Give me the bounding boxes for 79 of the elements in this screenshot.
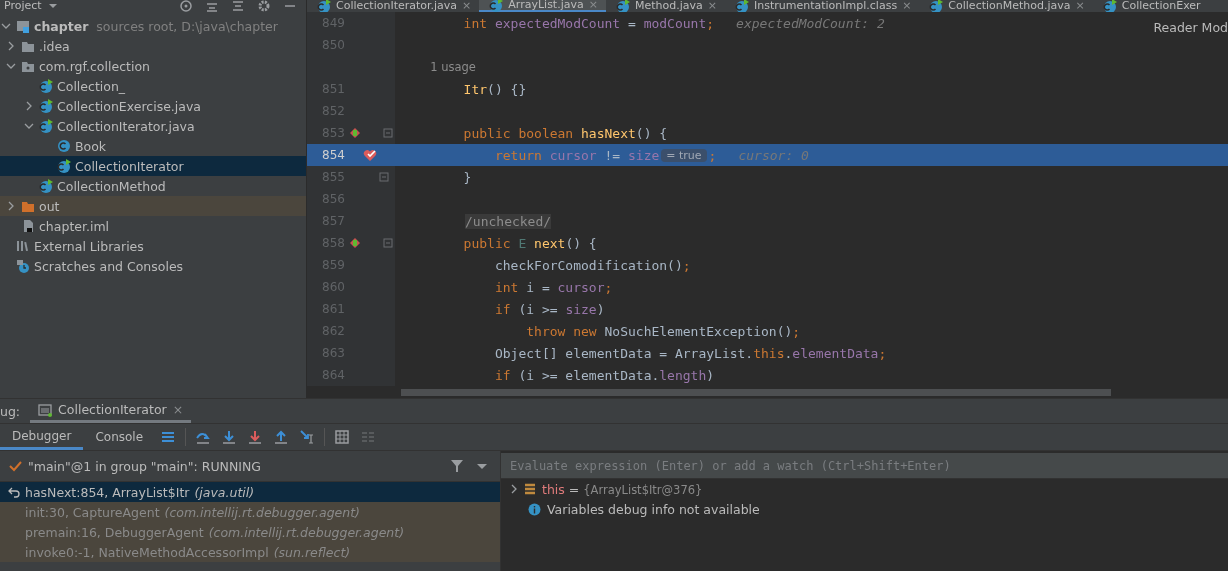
dropdown-caret-icon — [476, 462, 488, 470]
step-out-button[interactable] — [274, 430, 289, 444]
tree-item[interactable]: CollectionExercise.java — [0, 96, 306, 116]
tree-item[interactable]: chapter.iml — [0, 216, 306, 236]
menu-button[interactable] — [161, 430, 176, 444]
close-icon[interactable]: × — [462, 0, 472, 12]
run-class-icon — [39, 179, 53, 193]
calculator-button[interactable] — [335, 430, 350, 444]
step-into-button[interactable] — [222, 430, 237, 444]
check-icon — [9, 460, 22, 472]
run-class-icon — [39, 99, 53, 113]
tree-item[interactable]: Collection_ — [0, 76, 306, 96]
info-icon — [528, 502, 541, 516]
file-tab[interactable]: InstrumentationImpl.class × — [725, 0, 920, 12]
code-line: public E next() { — [462, 235, 597, 251]
tree-item[interactable]: Scratches and Consoles — [0, 256, 306, 276]
close-icon[interactable]: × — [707, 0, 717, 12]
scratches-icon — [16, 259, 30, 273]
folder-icon — [21, 39, 35, 53]
window-icon — [38, 402, 53, 417]
code-line: checkForComodification(); — [493, 257, 691, 273]
tree-item[interactable]: out — [0, 196, 306, 216]
code-line: public boolean hasNext() { — [462, 125, 668, 141]
file-tab[interactable]: Method.java × — [605, 0, 725, 12]
code-line: } — [462, 169, 472, 185]
stack-frame[interactable]: hasNext:854, ArrayList$Itr (java.util) — [0, 482, 500, 502]
code-line: return cursor != size = true ; cursor: 0 — [493, 147, 809, 163]
package-icon — [21, 59, 35, 73]
code-line: throw new NoSuchElementException(); — [525, 323, 801, 339]
code-line: if (i >= elementData.length) — [493, 367, 715, 383]
code-line: Itr() {} — [462, 81, 527, 97]
return-arrow-icon — [8, 486, 20, 498]
tree-item[interactable]: com.rgf.collection — [0, 56, 306, 76]
path-hint: sources root, D:\java\chapter — [96, 18, 278, 34]
field-icon — [524, 483, 536, 495]
file-tab[interactable]: CollectionExer — [1092, 0, 1209, 12]
close-icon[interactable]: × — [172, 402, 184, 417]
thread-status[interactable]: "main"@1 in group "main": RUNNING — [28, 458, 261, 474]
class-icon — [57, 139, 71, 153]
tool-window-title: ug: — [0, 403, 21, 419]
close-icon[interactable]: × — [1075, 0, 1085, 12]
force-step-into-button[interactable] — [248, 430, 263, 444]
tree-item[interactable]: chapter sources root, D:\java\chapter — [0, 16, 306, 36]
dropdown-caret-icon — [47, 2, 58, 10]
settings-icon — [258, 0, 270, 12]
run-class-icon — [39, 119, 53, 133]
file-icon — [21, 219, 35, 233]
tree-item[interactable]: .idea — [0, 36, 306, 56]
step-over-button[interactable] — [196, 430, 211, 444]
libraries-icon — [16, 239, 30, 253]
tree-item[interactable]: CollectionIterator — [0, 156, 306, 176]
run-class-icon — [39, 79, 53, 93]
collapse-all-icon — [232, 0, 244, 12]
run-to-cursor-button[interactable] — [300, 430, 315, 444]
panel-title[interactable]: Project — [4, 0, 42, 12]
code-line: Object[] elementData = ArrayList.this.elementData; — [493, 345, 887, 361]
file-tab[interactable]: ArrayList.java × — [479, 0, 606, 12]
code-line: 1 usage — [429, 60, 476, 74]
variable-entry[interactable]: this = {ArrayList$Itr@376} — [542, 481, 703, 497]
folder-icon — [21, 199, 35, 213]
reader-mode-link[interactable]: Reader Mod — [1153, 20, 1228, 35]
tree-item[interactable]: CollectionIterator.java — [0, 116, 306, 136]
debug-tab[interactable]: Console — [83, 424, 156, 450]
line-number: 854 — [321, 148, 345, 162]
info-message: Variables debug info not available — [547, 501, 760, 517]
code-line: int i = cursor; — [493, 279, 613, 295]
filter-icon — [450, 459, 464, 473]
tree-item[interactable]: External Libraries — [0, 236, 306, 256]
close-icon[interactable]: × — [902, 0, 912, 12]
expand-all-icon — [206, 0, 218, 12]
run-class-icon — [57, 159, 71, 173]
code-line: if (i >= size) — [493, 301, 605, 317]
locate-icon — [180, 0, 192, 12]
file-tab[interactable]: CollectionMethod.java × — [919, 0, 1093, 12]
tree-item[interactable]: CollectionMethod — [0, 176, 306, 196]
module-folder-icon — [16, 19, 30, 33]
tree-item[interactable]: Book — [0, 136, 306, 156]
horizontal-scrollbar[interactable] — [401, 389, 1111, 396]
code-line: int expectedModCount = modCount; expectedModCount: 2 — [462, 15, 885, 31]
